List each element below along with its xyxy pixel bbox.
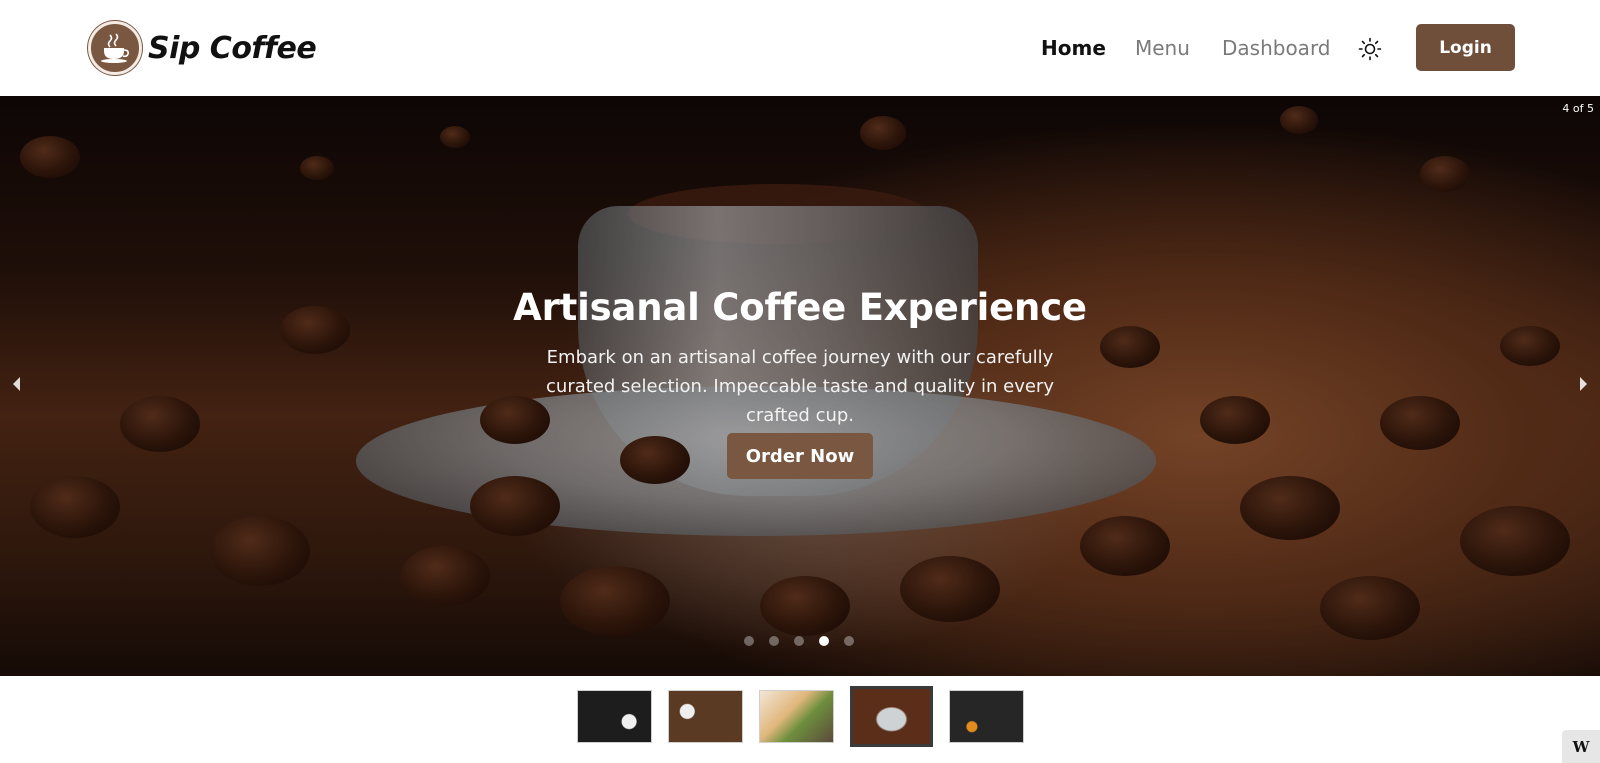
coffee-cup-logo-icon xyxy=(88,21,142,75)
nav-dashboard[interactable]: Dashboard xyxy=(1222,30,1331,66)
thumbnail-1[interactable] xyxy=(577,690,652,743)
thumbnail-2[interactable] xyxy=(668,690,743,743)
login-button[interactable]: Login xyxy=(1416,24,1515,71)
nav-menu[interactable]: Menu xyxy=(1135,30,1190,66)
hero-title: Artisanal Coffee Experience xyxy=(513,286,1087,329)
carousel-dot-5[interactable] xyxy=(844,636,854,646)
corner-badge[interactable]: W xyxy=(1562,730,1600,763)
sun-icon[interactable] xyxy=(1357,36,1383,62)
hero-description: Embark on an artisanal coffee journey wi… xyxy=(546,347,1054,426)
thumbnail-3[interactable] xyxy=(759,690,834,743)
brand[interactable]: Sip Coffee xyxy=(88,20,317,76)
thumbnail-strip xyxy=(577,686,1024,747)
thumbnail-4[interactable] xyxy=(850,686,933,747)
nav-home[interactable]: Home xyxy=(1041,30,1106,66)
site-header: Sip Coffee Home Menu Dashboard Login xyxy=(0,0,1600,96)
brand-name: Sip Coffee xyxy=(148,30,317,66)
slide-counter: 4 of 5 xyxy=(1562,102,1594,115)
hero-carousel: 4 of 5 Artisanal Coffee Experience Embar… xyxy=(0,96,1600,676)
order-now-button[interactable]: Order Now xyxy=(727,433,873,479)
hero-content: Artisanal Coffee Experience Embark on an… xyxy=(0,286,1600,430)
carousel-dot-1[interactable] xyxy=(744,636,754,646)
carousel-dots xyxy=(744,636,854,646)
carousel-dot-2[interactable] xyxy=(769,636,779,646)
carousel-dot-3[interactable] xyxy=(794,636,804,646)
carousel-dot-4[interactable] xyxy=(819,636,829,646)
thumbnail-5[interactable] xyxy=(949,690,1024,743)
